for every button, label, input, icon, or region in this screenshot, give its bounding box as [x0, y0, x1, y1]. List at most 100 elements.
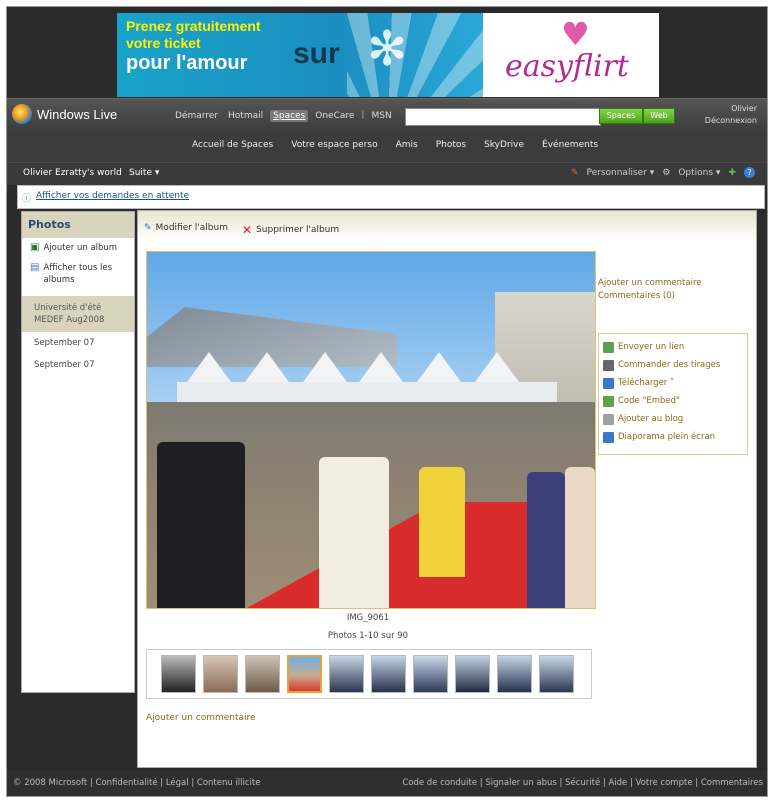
- nav-votre-espace[interactable]: Votre espace perso: [291, 140, 377, 150]
- nav-separator: |: [361, 110, 365, 120]
- add-album-link[interactable]: ▣ Ajouter un album: [22, 238, 134, 258]
- photo-tent-peak: [187, 352, 231, 382]
- suite-menu[interactable]: Suite ▾: [129, 168, 159, 178]
- palm-tree-icon: ✻: [367, 21, 408, 77]
- gear-icon: ⚙: [662, 167, 671, 178]
- edit-album-label: Modifier l'album: [155, 223, 228, 233]
- footer: © 2008 Microsoft | Confidentialité | Lég…: [7, 770, 767, 796]
- windows-live-title[interactable]: Windows Live: [37, 107, 117, 122]
- photo-person: [157, 442, 245, 608]
- nav-evenements[interactable]: Événements: [542, 140, 598, 150]
- delete-album-button[interactable]: ✕ Supprimer l'album: [242, 223, 339, 237]
- search-web-button[interactable]: Web: [643, 108, 675, 124]
- ad-line-3: pour l'amour: [126, 52, 248, 74]
- photo-tent-peak: [359, 352, 403, 382]
- show-all-albums-link[interactable]: ▤ Afficher tous les albums: [22, 258, 134, 290]
- nav-spaces[interactable]: Spaces: [270, 110, 309, 122]
- edit-album-button[interactable]: ✎ Modifier l'album: [144, 223, 228, 233]
- add-comment-link[interactable]: Ajouter un commentaire: [598, 277, 702, 290]
- blog-icon: [603, 413, 614, 425]
- thumbnail-strip: [146, 649, 592, 699]
- personalize-menu[interactable]: Personnaliser ▾: [586, 168, 654, 178]
- nav-photos[interactable]: Photos: [436, 140, 466, 150]
- pending-requests-link[interactable]: Afficher vos demandes en attente: [36, 191, 189, 201]
- mail-icon: [603, 341, 614, 353]
- help-icon[interactable]: ?: [744, 167, 755, 178]
- photo-tent-peak: [303, 352, 347, 382]
- thumbnail[interactable]: [371, 655, 406, 693]
- thumbnail[interactable]: [161, 655, 196, 693]
- windows-live-logo-icon[interactable]: [12, 104, 32, 124]
- add-to-blog-action[interactable]: Ajouter au blog: [603, 410, 743, 428]
- world-bar: Olivier Ezratty's world Suite ▾ ✎ Person…: [7, 162, 767, 185]
- nav-skydrive[interactable]: SkyDrive: [484, 140, 524, 150]
- download-label: Télécharger ˅: [618, 378, 675, 388]
- nav-msn[interactable]: MSN: [368, 110, 394, 122]
- ad-brand-logo: easyflirt: [505, 49, 629, 84]
- user-name[interactable]: Olivier: [731, 104, 757, 113]
- heart-icon: ♥: [561, 15, 590, 53]
- thumbnail-selected[interactable]: [287, 655, 322, 693]
- photo-count: Photos 1-10 sur 90: [327, 631, 409, 641]
- order-prints-action[interactable]: Commander des tirages: [603, 356, 743, 374]
- nav-hotmail[interactable]: Hotmail: [225, 110, 266, 122]
- send-link-action[interactable]: Envoyer un lien: [603, 338, 743, 356]
- nav-demarrer[interactable]: Démarrer: [172, 110, 221, 122]
- photo-person: [319, 457, 389, 608]
- info-icon: ⓘ: [22, 194, 32, 204]
- space-nav-links: Accueil de Spaces Votre espace perso Ami…: [192, 140, 598, 150]
- sidebar-item-september-07-b[interactable]: September 07: [22, 354, 134, 376]
- tools-icon[interactable]: ✚: [728, 168, 736, 178]
- printer-icon: [603, 359, 614, 371]
- thumbnail[interactable]: [329, 655, 364, 693]
- download-action[interactable]: Télécharger ˅: [603, 374, 743, 392]
- sidebar-title: Photos: [22, 212, 134, 238]
- order-prints-label: Commander des tirages: [618, 360, 721, 370]
- download-icon: [603, 377, 614, 389]
- thumbnail[interactable]: [455, 655, 490, 693]
- slideshow-label: Diaporama plein écran: [618, 432, 716, 442]
- ad-right-panel: ♥ easyflirt: [483, 13, 659, 97]
- windows-live-header: Windows Live Démarrer Hotmail Spaces One…: [7, 98, 767, 135]
- ad-banner[interactable]: Prenez gratuitement votre ticket pour l'…: [117, 13, 659, 97]
- add-comment-bottom-link[interactable]: Ajouter un commentaire: [146, 713, 256, 723]
- search-spaces-button[interactable]: Spaces: [599, 108, 643, 124]
- footer-left-links[interactable]: © 2008 Microsoft | Confidentialité | Lég…: [13, 778, 260, 788]
- comment-links: Ajouter un commentaire Commentaires (0): [598, 277, 702, 303]
- thumbnail[interactable]: [245, 655, 280, 693]
- album-main: ✎ Modifier l'album ✕ Supprimer l'album I…: [137, 210, 757, 768]
- ad-line-2: votre ticket: [126, 35, 201, 51]
- space-title[interactable]: Olivier Ezratty's world: [23, 168, 122, 178]
- sidebar-item-september-07[interactable]: September 07: [22, 332, 134, 354]
- add-album-icon: ▣: [30, 242, 40, 253]
- thumbnail[interactable]: [539, 655, 574, 693]
- photo-person: [527, 472, 565, 608]
- thumbnail[interactable]: [203, 655, 238, 693]
- thumbnail[interactable]: [497, 655, 532, 693]
- thumbnail[interactable]: [413, 655, 448, 693]
- sidebar-item-selected-album[interactable]: Université d'été MEDEF Aug2008: [22, 296, 134, 332]
- options-menu[interactable]: Options ▾: [678, 168, 720, 178]
- ad-line-1: Prenez gratuitement: [126, 18, 261, 34]
- world-tools: ✎ Personnaliser ▾ ⚙ Options ▾ ✚ ?: [571, 167, 755, 178]
- footer-right-links[interactable]: Code de conduite | Signaler un abus | Sé…: [402, 778, 763, 788]
- add-to-blog-label: Ajouter au blog: [618, 414, 684, 424]
- embed-icon: [603, 395, 614, 407]
- logout-link[interactable]: Déconnexion: [705, 116, 757, 125]
- delete-icon: ✕: [242, 223, 253, 237]
- pencil-icon: ✎: [570, 167, 579, 178]
- nav-onecare[interactable]: OneCare: [312, 110, 357, 122]
- search-input[interactable]: [405, 108, 601, 126]
- comments-count-link[interactable]: Commentaires (0): [598, 290, 702, 303]
- slideshow-action[interactable]: Diaporama plein écran: [603, 428, 743, 446]
- embed-code-label: Code "Embed": [618, 396, 680, 406]
- albums-icon: ▤: [30, 262, 40, 273]
- photo-person: [419, 467, 465, 577]
- embed-code-action[interactable]: Code "Embed": [603, 392, 743, 410]
- nav-accueil-spaces[interactable]: Accueil de Spaces: [192, 140, 273, 150]
- add-album-label: Ajouter un album: [43, 243, 118, 253]
- nav-amis[interactable]: Amis: [396, 140, 418, 150]
- space-nav: Accueil de Spaces Votre espace perso Ami…: [7, 134, 767, 162]
- main-photo[interactable]: [146, 251, 596, 609]
- photo-actions-panel: Envoyer un lien Commander des tirages Té…: [598, 333, 748, 455]
